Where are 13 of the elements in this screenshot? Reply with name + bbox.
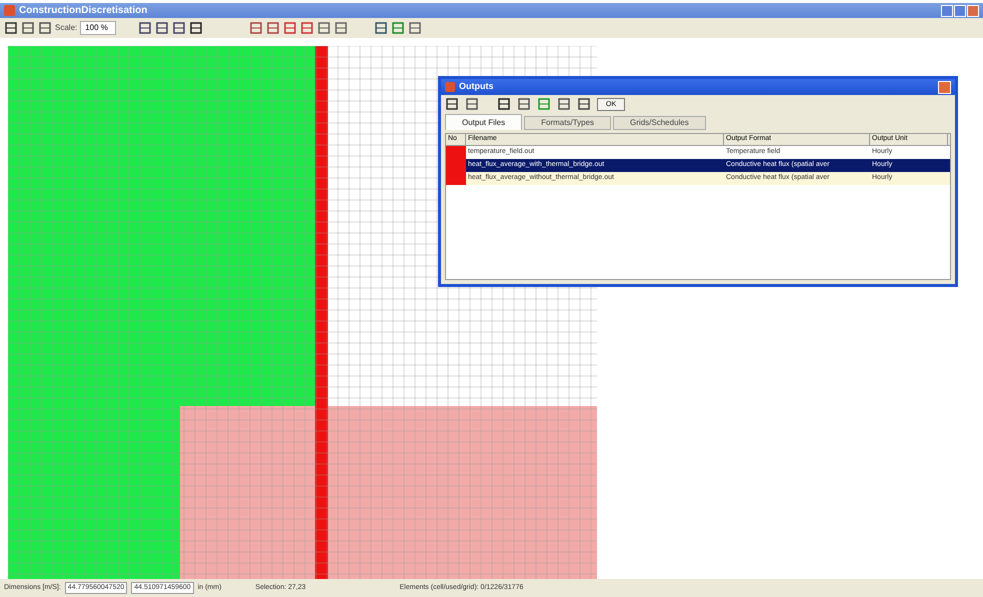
scale-label: Scale: bbox=[55, 22, 78, 34]
close-button[interactable] bbox=[967, 4, 979, 17]
app-icon bbox=[445, 82, 455, 92]
tab[interactable]: Formats/Types bbox=[524, 116, 612, 130]
tab[interactable]: Output Files bbox=[445, 114, 522, 130]
close-button[interactable] bbox=[938, 80, 951, 94]
app-icon bbox=[4, 5, 15, 16]
minimize-button[interactable] bbox=[941, 4, 953, 17]
scale-field[interactable]: 100 % bbox=[80, 21, 116, 36]
window-title: ConstructionDiscretisation bbox=[19, 4, 148, 18]
tab[interactable]: Grids/Schedules bbox=[613, 116, 706, 130]
dialog-title: Outputs bbox=[459, 80, 494, 94]
maximize-button[interactable] bbox=[954, 4, 966, 17]
